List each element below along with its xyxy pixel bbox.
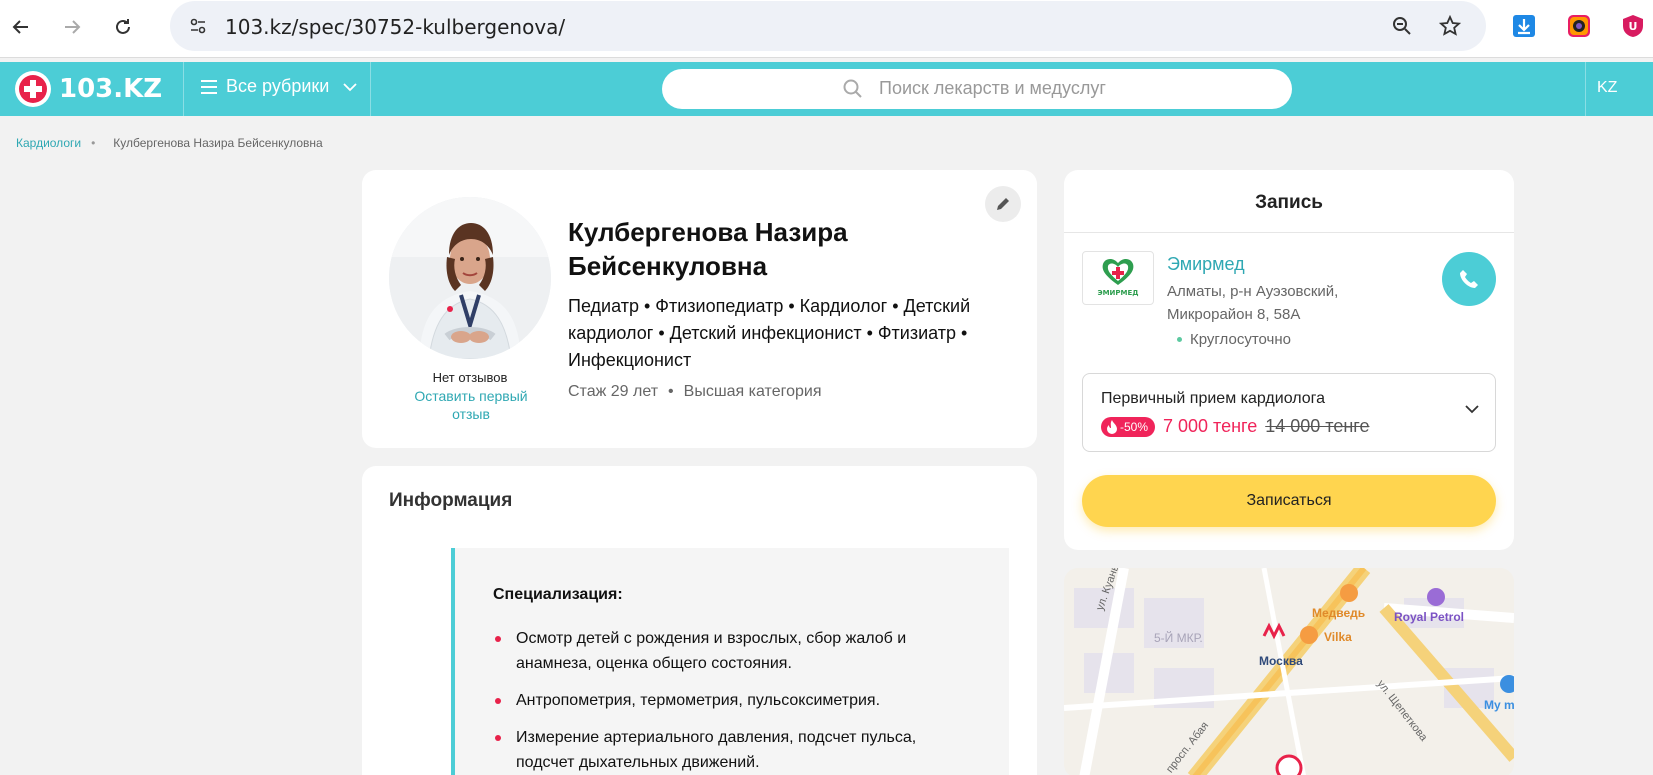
list-item: Измерение артериального давления, подсче… xyxy=(493,725,973,775)
meta-separator: • xyxy=(668,383,674,400)
clinic-logo-text: ЭМИРМЕД xyxy=(1097,289,1138,297)
service-price: -50% 7 000 тенге 14 000 тенге xyxy=(1101,416,1369,437)
search-placeholder: Поиск лекарств и медуслуг xyxy=(879,78,1106,98)
pencil-icon xyxy=(997,198,1009,210)
header-divider xyxy=(370,62,371,116)
logo-text: 103.KZ xyxy=(59,74,163,104)
open-status-dot xyxy=(1177,337,1182,342)
clinic-hours: Круглосуточно xyxy=(1177,331,1291,348)
doctor-photo xyxy=(389,197,551,359)
back-button[interactable] xyxy=(4,10,38,44)
medical-cross-icon xyxy=(15,71,51,107)
forward-button[interactable] xyxy=(55,10,89,44)
zoom-icon[interactable] xyxy=(1388,12,1416,40)
doctor-name: Кулбергенова Назира Бейсенкуловна xyxy=(568,217,848,281)
breadcrumb-separator: • xyxy=(91,136,96,150)
experience-text: Стаж 29 лет xyxy=(568,383,659,400)
divider xyxy=(1064,232,1514,233)
info-title: Информация xyxy=(389,490,513,511)
site-settings-icon[interactable] xyxy=(184,12,212,40)
specialization-title: Специализация: xyxy=(493,586,623,603)
header-divider xyxy=(1585,62,1586,116)
map-label-metro: Москва xyxy=(1259,654,1303,668)
browser-toolbar: 103.kz/spec/30752-kulbergenova/ U xyxy=(0,0,1653,58)
specialization-list: Осмотр детей с рождения и взрослых, сбор… xyxy=(493,626,973,775)
site-logo[interactable]: 103.KZ xyxy=(15,70,162,108)
breadcrumb-link-cardiologists[interactable]: Кардиологи xyxy=(16,136,81,150)
doctor-specialties: Педиатр • Фтизиопедиатр • Кардиолог • Де… xyxy=(568,296,971,370)
hamburger-icon xyxy=(201,79,217,94)
fire-icon xyxy=(1107,419,1117,434)
clinic-logo[interactable]: ЭМИРМЕД xyxy=(1082,251,1154,305)
booking-card: Запись ЭМИРМЕД Эмирмед Алматы, р-н Ауэзо… xyxy=(1064,170,1514,550)
search-input[interactable]: Поиск лекарств и медуслуг xyxy=(662,69,1292,109)
book-appointment-button[interactable]: Записаться xyxy=(1082,475,1496,527)
info-card: Информация Специализация: Осмотр детей с… xyxy=(362,466,1037,775)
map-canvas xyxy=(1064,568,1514,775)
price-old: 14 000 тенге xyxy=(1265,416,1370,436)
map-label-medved: Медведь xyxy=(1312,606,1366,620)
clinic-name-link[interactable]: Эмирмед xyxy=(1167,254,1245,275)
leave-review-link[interactable]: Оставить первый отзыв xyxy=(407,387,535,423)
download-extension-icon[interactable] xyxy=(1508,10,1540,42)
rubrics-label: Все рубрики xyxy=(226,76,330,96)
list-item: Осмотр детей с рождения и взрослых, сбор… xyxy=(493,626,973,676)
price-new: 7 000 тенге xyxy=(1163,416,1258,436)
color-extension-icon[interactable] xyxy=(1563,10,1595,42)
booking-title: Запись xyxy=(1255,192,1323,213)
all-rubrics-menu[interactable]: Все рубрики xyxy=(200,76,357,97)
address-bar[interactable]: 103.kz/spec/30752-kulbergenova/ xyxy=(170,1,1486,51)
call-button[interactable] xyxy=(1442,252,1496,306)
discount-badge: -50% xyxy=(1101,416,1156,437)
specialization-box: Специализация: Осмотр детей с рождения и… xyxy=(451,548,1009,775)
header-divider xyxy=(183,62,184,116)
hours-text: Круглосуточно xyxy=(1190,331,1291,348)
clinic-address: Алматы, р-н Ауэзовский, Микрорайон 8, 58… xyxy=(1167,283,1339,323)
service-select[interactable]: Первичный прием кардиолога -50% 7 000 те… xyxy=(1082,373,1496,452)
breadcrumb: Кардиологи • Кулбергенова Назира Бейсенк… xyxy=(16,136,323,150)
bookmark-star-icon[interactable] xyxy=(1436,12,1464,40)
discount-text: -50% xyxy=(1120,419,1149,434)
map-label-district: 5-Й МКР. xyxy=(1154,631,1203,645)
search-icon xyxy=(843,79,862,98)
doctor-profile-card: Нет отзывов Оставить первый отзыв Кулбер… xyxy=(362,170,1037,448)
chevron-down-icon xyxy=(343,82,357,91)
map-label-vilka: Vilka xyxy=(1324,630,1352,644)
url-text: 103.kz/spec/30752-kulbergenova/ xyxy=(225,15,566,39)
service-name: Первичный прием кардиолога xyxy=(1101,390,1326,407)
forward-arrow-icon xyxy=(65,20,81,34)
back-arrow-icon xyxy=(12,20,28,34)
reload-button[interactable] xyxy=(106,10,140,44)
list-item: Антропометрия, термометрия, пульсоксимет… xyxy=(493,688,973,713)
shield-extension-icon[interactable]: U xyxy=(1617,10,1649,42)
breadcrumb-current: Кулбергенова Назира Бейсенкуловна xyxy=(113,136,323,150)
map-label-royal-petrol: Royal Petrol xyxy=(1394,610,1465,624)
map-label-store: My m xyxy=(1484,698,1514,712)
category-text: Высшая категория xyxy=(683,383,822,400)
no-reviews-text: Нет отзывов xyxy=(432,370,508,385)
chevron-down-icon xyxy=(1465,405,1479,414)
reload-icon xyxy=(116,19,130,34)
language-switch[interactable]: KZ xyxy=(1597,79,1617,97)
svg-text:U: U xyxy=(1629,20,1638,33)
site-header: 103.KZ Все рубрики Поиск лекарств и меду… xyxy=(0,62,1653,116)
clinic-map[interactable]: Медведь Royal Petrol Vilka Москва 5-Й МК… xyxy=(1064,568,1514,775)
doctor-meta: Стаж 29 лет • Высшая категория xyxy=(568,383,821,401)
phone-icon xyxy=(1460,270,1478,288)
